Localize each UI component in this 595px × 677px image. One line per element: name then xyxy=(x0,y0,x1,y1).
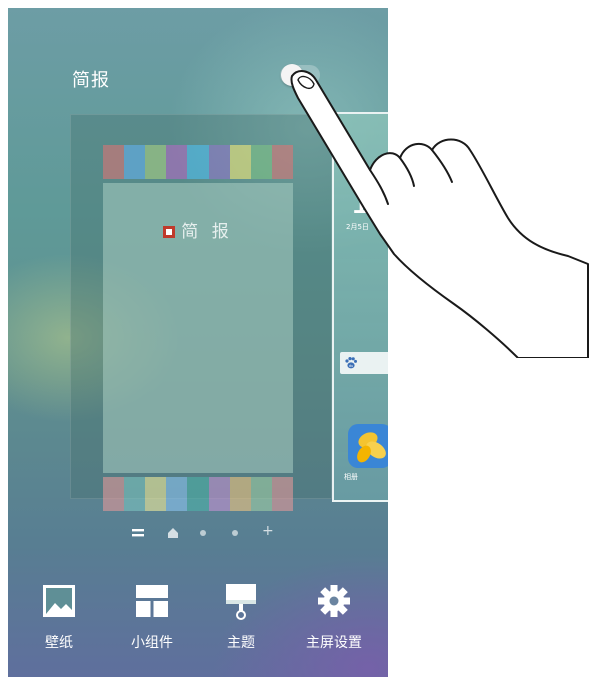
search-bar: du xyxy=(340,352,388,374)
color-stripe xyxy=(229,145,251,179)
home-page-preview[interactable]: 1 2月5日 du 相册 xyxy=(332,112,388,502)
color-stripe xyxy=(208,145,230,179)
color-stripe xyxy=(145,145,167,179)
stripe-row-bottom xyxy=(103,477,293,511)
color-stripe xyxy=(103,477,125,511)
briefing-card: 简 报 xyxy=(103,145,293,511)
wallpaper-icon xyxy=(43,585,75,617)
color-stripe xyxy=(208,477,230,511)
page-indicator: + xyxy=(132,523,274,540)
color-stripe xyxy=(271,145,293,179)
color-stripe xyxy=(124,145,146,179)
color-stripe xyxy=(124,477,146,511)
color-stripe xyxy=(187,477,209,511)
briefing-label: 简 报 xyxy=(103,217,293,242)
bottom-toolbar: 壁纸 小组件 主题 主屏设置 xyxy=(8,578,388,668)
themes-button[interactable]: 主题 xyxy=(196,578,286,658)
gallery-label: 相册 xyxy=(344,473,358,481)
themes-icon xyxy=(226,584,256,620)
svg-text:du: du xyxy=(349,364,353,368)
briefing-toggle[interactable] xyxy=(280,64,320,86)
home-settings-label: 主屏设置 xyxy=(306,635,362,651)
widgets-icon xyxy=(136,585,168,617)
color-stripe xyxy=(250,145,272,179)
toggle-knob xyxy=(281,64,303,86)
page-title: 简报 xyxy=(72,70,110,91)
briefing-label-text: 简 报 xyxy=(181,222,233,242)
menu-icon[interactable] xyxy=(132,528,144,538)
widgets-button[interactable]: 小组件 xyxy=(107,578,197,658)
gallery-icon xyxy=(348,424,388,468)
briefing-logo-icon xyxy=(163,226,176,238)
clock-digit: 1 xyxy=(350,182,372,222)
stripe-row-top xyxy=(103,145,293,179)
color-stripe xyxy=(166,145,188,179)
page-dot[interactable] xyxy=(232,530,238,536)
home-icon[interactable] xyxy=(168,528,178,538)
gear-icon xyxy=(318,585,350,617)
wallpaper-button[interactable]: 壁纸 xyxy=(14,578,104,658)
color-stripe xyxy=(145,477,167,511)
wallpaper-label: 壁纸 xyxy=(45,635,73,651)
color-stripe xyxy=(187,145,209,179)
page-dot[interactable] xyxy=(200,530,206,536)
clock-date: 2月5日 xyxy=(346,223,369,231)
color-stripe xyxy=(166,477,188,511)
add-page-icon[interactable]: + xyxy=(262,523,274,539)
phone-screen: 简报 简 报 1 2月5日 du 相册 + 壁纸 小组件 主题 主屏设置 xyxy=(8,8,388,677)
themes-label: 主题 xyxy=(227,635,255,651)
paw-icon: du xyxy=(345,357,357,369)
briefing-page-preview[interactable]: 简 报 xyxy=(70,114,332,511)
color-stripe xyxy=(103,145,125,179)
color-stripe xyxy=(250,477,272,511)
color-stripe xyxy=(229,477,251,511)
home-settings-button[interactable]: 主屏设置 xyxy=(289,578,379,658)
widgets-label: 小组件 xyxy=(131,635,173,651)
color-stripe xyxy=(271,477,293,511)
